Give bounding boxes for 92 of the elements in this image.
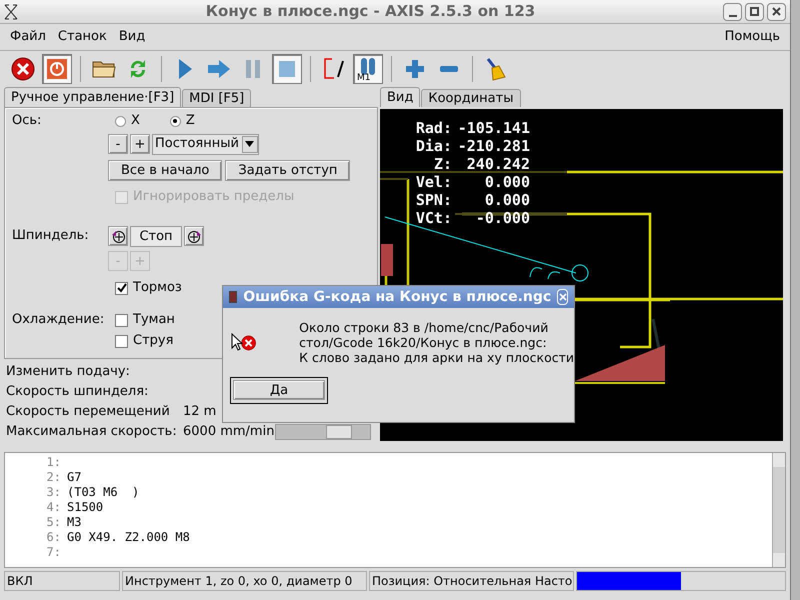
action-button[interactable]: Все в начало	[108, 160, 222, 181]
window-title: Конус в плюсе.ngc - AXIS 2.5.3 on 123	[204, 1, 536, 22]
spindle-label: Шпиндель:	[12, 227, 90, 246]
right-arrow-icon	[207, 59, 231, 79]
close-button[interactable]	[767, 2, 786, 20]
override-label: Скорость перемещений	[6, 403, 171, 422]
radio-label: X	[131, 112, 140, 130]
dro-value: 0.000	[484, 173, 530, 191]
minimize-button[interactable]	[723, 2, 742, 20]
tab[interactable]: Вид	[380, 87, 420, 107]
line-number: 2:	[46, 470, 61, 485]
checkbox[interactable]	[115, 314, 128, 326]
dro-label: Dia:	[414, 137, 452, 155]
power-icon	[46, 58, 68, 80]
dro-label: Rad:	[414, 119, 452, 137]
code-line: M3	[67, 515, 82, 530]
checkbox-label: Туман	[133, 311, 175, 330]
close-icon	[558, 293, 567, 301]
menu-item[interactable]: Вид	[112, 27, 152, 47]
line-number: 3:	[46, 485, 61, 500]
toolbar-button[interactable]: M1	[353, 54, 383, 84]
m1-label: M1	[357, 74, 370, 83]
jog-mode-dropdown[interactable]: Постоянный	[152, 134, 259, 154]
mouse-cursor-icon	[231, 333, 243, 351]
yes-button[interactable]: Да	[233, 380, 325, 400]
override-value: 12 m	[183, 403, 218, 422]
error-message: Около строки 83 в /home/cnc/Рабочий стол/Gcode 16k20/Конус в плюсе.ngc: К слово задано для арки на xy плоскости	[299, 320, 574, 365]
action-button[interactable]: Задать отступ	[225, 160, 350, 181]
pause-icon	[245, 58, 261, 80]
checkbox-label: Струя	[133, 332, 174, 350]
folder-icon	[92, 59, 116, 79]
status-field: ВКЛ	[4, 571, 120, 591]
dro-value: -0.000	[474, 209, 530, 227]
dialog-title: Ошибка G-кода на Конус в плюсе.ngc	[243, 288, 552, 306]
close-icon	[772, 7, 781, 16]
checkbox[interactable]	[115, 282, 128, 294]
minus-icon	[439, 65, 459, 73]
x-logo-icon	[4, 4, 18, 20]
axis-label: Ось:	[12, 112, 42, 130]
menu-item[interactable]: Помощь	[718, 27, 786, 47]
tab[interactable]: MDI [F5]	[182, 89, 252, 107]
checkbox-label: Игнорировать пределы	[133, 188, 294, 206]
radio-label: Z	[186, 112, 195, 130]
rotate-left-icon	[110, 228, 126, 244]
code-line: S1500	[67, 500, 104, 515]
play-icon	[177, 58, 193, 80]
line-number: 6:	[46, 530, 61, 545]
line-number: 1:	[46, 455, 61, 470]
jog-plus-button[interactable]: +	[130, 134, 150, 154]
status-field: Позиция: Относительная Насто	[369, 571, 574, 591]
spindle-reverse-button[interactable]	[108, 226, 128, 246]
bracket-slash-icon	[322, 57, 346, 81]
dro-value: 240.242	[466, 155, 530, 173]
dro-value: 0.000	[484, 191, 530, 209]
jog-minus-button[interactable]: -	[108, 134, 128, 154]
broom-icon	[485, 57, 507, 81]
square-icon	[278, 60, 296, 78]
dro-label: SPN:	[414, 191, 452, 209]
status-field: Инструмент 1, zo 0, xo 0, диаметр 0	[122, 571, 367, 591]
plus-icon	[405, 59, 425, 79]
dro-value: -210.281	[456, 137, 530, 155]
rotate-right-icon	[186, 228, 202, 244]
dro-label: Z:	[432, 155, 452, 173]
radio-button[interactable]	[115, 116, 126, 126]
dro-label: Vel:	[414, 173, 452, 191]
override-value: 6000 mm/min	[183, 423, 271, 442]
menu-item[interactable]: Файл	[4, 27, 52, 47]
line-number: 7:	[46, 545, 61, 560]
dro-value: -105.141	[456, 119, 530, 137]
line-number: 5:	[46, 515, 61, 530]
override-label: Скорость шпинделя:	[6, 383, 150, 402]
override-label: Максимальная скорость:	[6, 423, 178, 442]
code-line: G7	[67, 470, 82, 485]
slider-thumb[interactable]	[326, 425, 352, 439]
tab[interactable]: Координаты	[421, 89, 520, 107]
stop-circle-icon	[11, 57, 35, 81]
window-icon	[229, 291, 238, 303]
override-label: Изменить подачу:	[6, 363, 131, 382]
menu-item[interactable]: Станок	[52, 27, 113, 47]
coolant-label: Охлаждение:	[12, 311, 106, 329]
checkbox[interactable]	[115, 334, 128, 348]
dro-label: VCt:	[414, 209, 452, 227]
radio-button[interactable]	[170, 116, 181, 126]
spindle-forward-button[interactable]	[184, 226, 204, 246]
maximize-button[interactable]	[745, 2, 764, 20]
dropdown-arrow-icon	[245, 141, 254, 147]
line-number: 4:	[46, 500, 61, 515]
code-line: (T03 M6 )	[67, 485, 140, 500]
code-line: G0 X49. Z2.000 M8	[67, 530, 190, 545]
checkbox-label: Тормоз	[133, 279, 182, 298]
tab[interactable]: Ручное управление·[F3]	[4, 87, 182, 107]
spindle-stop-button[interactable]: Стоп	[130, 226, 182, 246]
